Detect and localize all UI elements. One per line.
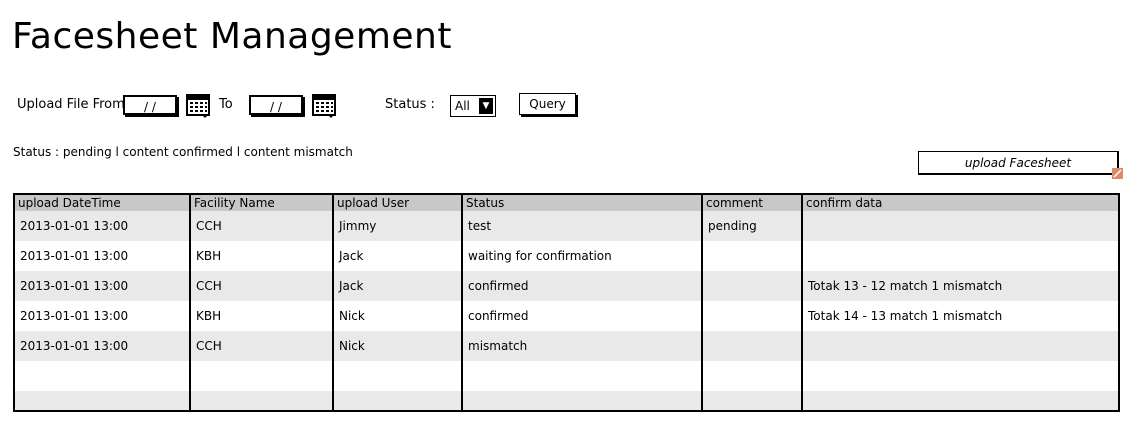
table-cell: mismatch [462, 331, 703, 361]
query-button[interactable]: Query [519, 93, 576, 115]
table-cell [802, 331, 1118, 361]
upload-facesheet-button[interactable]: upload Facesheet [918, 151, 1123, 179]
table-cell: Jimmy [333, 211, 463, 241]
table-cell [802, 391, 1118, 410]
table-cell [802, 241, 1118, 271]
table-cell [702, 271, 803, 301]
table-row[interactable]: 2013-01-01 13:00 CCH Jimmy test pending [15, 211, 1118, 241]
table-cell [702, 361, 803, 391]
table-cell: pending [702, 211, 803, 241]
table-cell: waiting for confirmation [462, 241, 703, 271]
column-header[interactable]: confirm data [802, 195, 1118, 211]
table-cell [333, 361, 463, 391]
facesheet-table: upload DateTime Facility Name upload Use… [13, 193, 1120, 412]
table-cell: CCH [190, 271, 334, 301]
calendar-icon[interactable] [312, 94, 336, 118]
table-cell: 2013-01-01 13:00 [15, 301, 191, 331]
table-row[interactable] [15, 391, 1118, 410]
table-cell: Nick [333, 331, 463, 361]
column-header[interactable]: Facility Name [190, 195, 334, 211]
column-header[interactable]: upload DateTime [15, 195, 191, 211]
table-cell: Jack [333, 241, 463, 271]
table-cell [702, 301, 803, 331]
status-filter-label: Status : [385, 97, 435, 112]
table-header-row: upload DateTime Facility Name upload Use… [15, 195, 1118, 211]
table-cell [702, 241, 803, 271]
table-cell: Jack [333, 271, 463, 301]
table-cell [802, 211, 1118, 241]
column-header[interactable]: comment [702, 195, 803, 211]
table-row[interactable]: 2013-01-01 13:00 CCH Jack confirmed Tota… [15, 271, 1118, 301]
table-cell: Nick [333, 301, 463, 331]
upload-from-label: Upload File From [17, 97, 125, 112]
status-select[interactable]: All ▼ [450, 95, 496, 117]
table-row[interactable]: 2013-01-01 13:00 KBH Jack waiting for co… [15, 241, 1118, 271]
table-cell: KBH [190, 241, 334, 271]
column-header[interactable]: upload User [333, 195, 463, 211]
table-cell [702, 331, 803, 361]
table-cell: test [462, 211, 703, 241]
table-cell [333, 391, 463, 410]
table-cell [190, 361, 334, 391]
date-from-input[interactable]: / / [123, 95, 177, 115]
table-row[interactable] [15, 361, 1118, 391]
table-cell: 2013-01-01 13:00 [15, 241, 191, 271]
table-cell: 2013-01-01 13:00 [15, 271, 191, 301]
table-cell: CCH [190, 331, 334, 361]
table-cell: KBH [190, 301, 334, 331]
table-cell [190, 391, 334, 410]
table-cell: CCH [190, 211, 334, 241]
table-cell: 2013-01-01 13:00 [15, 211, 191, 241]
table-cell: Totak 14 - 13 match 1 mismatch [802, 301, 1118, 331]
status-legend: Status : pending l content confirmed l c… [13, 145, 353, 159]
table-row[interactable]: 2013-01-01 13:00 KBH Nick confirmed Tota… [15, 301, 1118, 331]
table-cell [462, 391, 703, 410]
table-cell: 2013-01-01 13:00 [15, 331, 191, 361]
chevron-down-icon[interactable]: ▼ [479, 98, 493, 114]
upload-facesheet-label: upload Facesheet [964, 156, 1072, 170]
column-header[interactable]: Status [462, 195, 703, 211]
to-label: To [219, 97, 233, 112]
table-cell [802, 361, 1118, 391]
table-row[interactable]: 2013-01-01 13:00 CCH Nick mismatch [15, 331, 1118, 361]
status-select-value: All [455, 99, 470, 113]
table-cell: confirmed [462, 301, 703, 331]
table-cell [462, 361, 703, 391]
page-title: Facesheet Management [12, 16, 452, 57]
resize-corner-icon [1112, 168, 1123, 179]
table-cell [702, 391, 803, 410]
table-cell: Totak 13 - 12 match 1 mismatch [802, 271, 1118, 301]
table-cell [15, 391, 191, 410]
calendar-icon[interactable] [186, 94, 210, 118]
table-cell: confirmed [462, 271, 703, 301]
table-cell [15, 361, 191, 391]
date-to-input[interactable]: / / [249, 95, 303, 115]
